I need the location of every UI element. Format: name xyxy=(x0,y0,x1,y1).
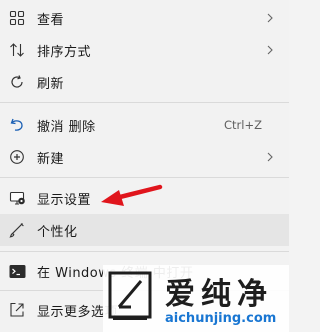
terminal-icon xyxy=(8,262,26,280)
menu-item-sort[interactable]: 排序方式 xyxy=(0,34,289,66)
separator xyxy=(0,177,289,178)
view-icon xyxy=(8,9,26,27)
separator xyxy=(0,102,289,103)
menu-item-personalize[interactable]: 个性化 xyxy=(0,214,289,246)
undo-icon xyxy=(8,116,26,134)
chevron-right-icon xyxy=(265,151,275,163)
watermark-url: aichunjing.com xyxy=(165,311,277,326)
menu-item-label: 新建 xyxy=(37,151,65,167)
menu-item-label: 显示设置 xyxy=(37,192,92,208)
menu-item-label: 查看 xyxy=(37,12,65,28)
watermark: 爱纯净 aichunjing.com xyxy=(103,265,289,332)
menu-item-new[interactable]: 新建 xyxy=(0,141,289,173)
menu-item-view[interactable]: 查看 xyxy=(0,2,289,34)
menu-item-undo-delete[interactable]: 撤消 删除 Ctrl+Z xyxy=(0,109,289,141)
watermark-title: 爱纯净 xyxy=(165,277,273,312)
watermark-logo-icon xyxy=(108,271,152,320)
menu-item-label: 排序方式 xyxy=(37,44,92,60)
new-icon xyxy=(8,148,26,166)
menu-item-display-settings[interactable]: 显示设置 xyxy=(0,182,289,214)
sort-icon xyxy=(8,41,26,59)
menu-item-label: 刷新 xyxy=(37,76,65,92)
separator xyxy=(0,251,289,252)
menu-item-label: 撤消 删除 xyxy=(37,119,96,135)
display-settings-icon xyxy=(8,189,26,207)
shortcut-label: Ctrl+Z xyxy=(224,118,262,132)
more-options-icon xyxy=(8,301,26,319)
menu-item-refresh[interactable]: 刷新 xyxy=(0,66,289,98)
chevron-right-icon xyxy=(265,12,275,24)
personalize-icon xyxy=(8,221,26,239)
chevron-right-icon xyxy=(265,44,275,56)
menu-item-label: 个性化 xyxy=(37,224,78,240)
refresh-icon xyxy=(8,73,26,91)
